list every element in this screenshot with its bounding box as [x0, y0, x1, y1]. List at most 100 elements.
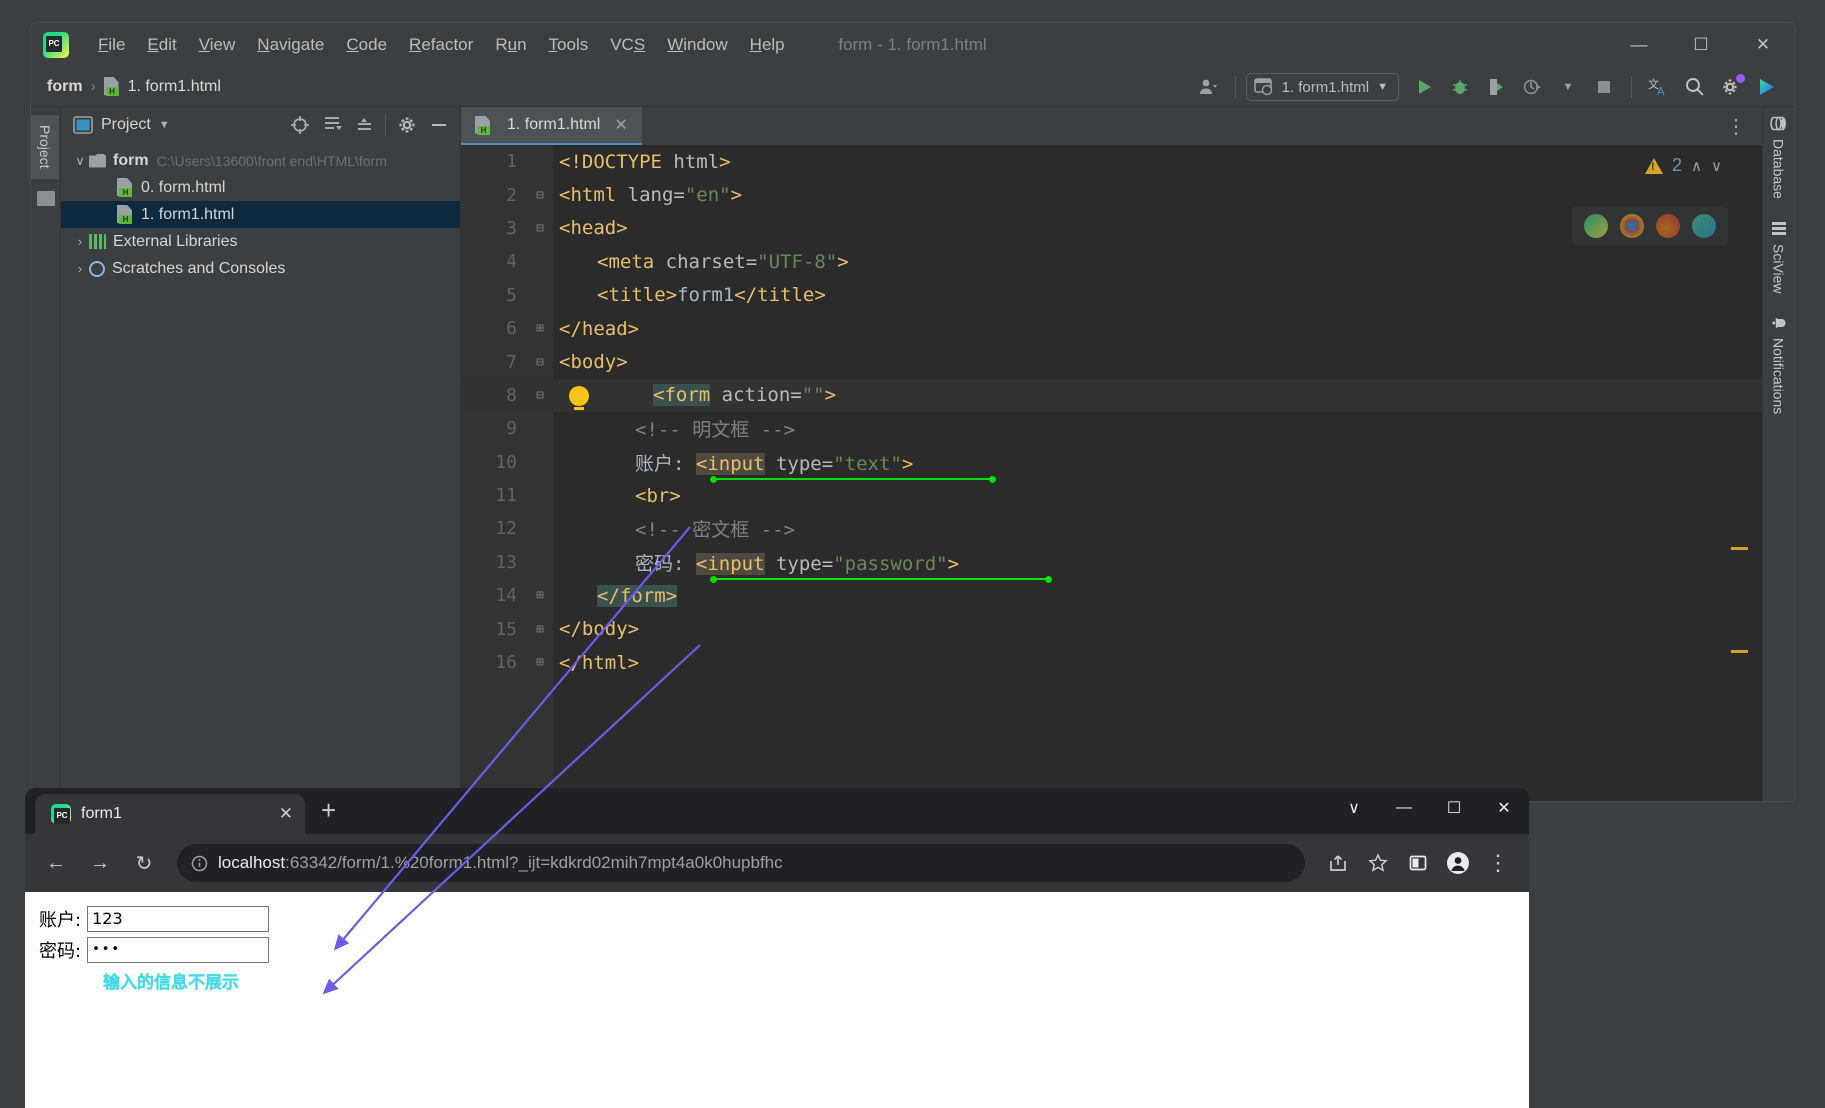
intention-bulb-icon[interactable]: [569, 385, 589, 410]
fold-toggle-icon[interactable]: ⊟: [527, 355, 553, 370]
reload-icon[interactable]: ↻: [125, 844, 163, 882]
back-icon[interactable]: ←: [37, 844, 75, 882]
fold-toggle-icon[interactable]: ⊟: [527, 221, 553, 236]
run-configuration-selector[interactable]: 1. form1.html ▼: [1245, 73, 1399, 101]
bookmark-star-icon[interactable]: [1359, 844, 1397, 882]
code-text: <meta charset="UTF-8">: [553, 251, 849, 273]
code-editor[interactable]: 1 <!DOCTYPE html> 2 ⊟ <html lang="en"> 3 ⊟ <hea…: [461, 145, 1762, 801]
close-icon[interactable]: ✕: [279, 804, 293, 824]
hide-panel-icon[interactable]: [426, 112, 452, 138]
fold-toggle-icon[interactable]: ⊞: [527, 622, 553, 637]
side-panel-icon[interactable]: [1399, 844, 1437, 882]
code-line: 1 <!DOCTYPE html>: [461, 145, 1762, 178]
menu-item-help[interactable]: Help: [739, 33, 796, 57]
fold-toggle-icon[interactable]: ⊟: [527, 188, 553, 203]
fold-toggle-icon[interactable]: ⊞: [527, 321, 553, 336]
tree-item[interactable]: › External Libraries: [61, 228, 460, 255]
code-text: </form>: [553, 584, 678, 607]
code-token: </form>: [597, 584, 678, 607]
menu-item-navigate[interactable]: Navigate: [246, 33, 335, 57]
breadcrumb-project[interactable]: form: [47, 78, 83, 96]
browser-minimize-button[interactable]: —: [1379, 788, 1429, 828]
gutter-marker-2: [1731, 650, 1748, 653]
menu-item-window[interactable]: Window: [656, 33, 738, 57]
close-button[interactable]: ✕: [1732, 23, 1794, 67]
profile-icon[interactable]: [1515, 70, 1549, 104]
tree-item-label: External Libraries: [113, 232, 238, 250]
firefox-icon[interactable]: [1656, 214, 1680, 238]
fold-toggle-icon[interactable]: ⊞: [527, 655, 553, 670]
collapse-all-icon[interactable]: [351, 112, 377, 138]
search-icon[interactable]: [1678, 70, 1712, 104]
sidebar-item-sciview[interactable]: SciView: [1771, 221, 1787, 293]
sidebar-item-project[interactable]: Project: [31, 115, 59, 179]
menu-item-vcs[interactable]: VCS: [599, 33, 656, 57]
code-token: >: [947, 552, 960, 575]
run-icon[interactable]: [1407, 70, 1441, 104]
locate-icon[interactable]: [287, 112, 313, 138]
editor-tab-form1[interactable]: 1. form1.html ✕: [461, 107, 642, 145]
next-problem-icon[interactable]: ∨: [1711, 157, 1722, 175]
browser-more-button[interactable]: ∨: [1329, 788, 1379, 828]
folder-icon[interactable]: [36, 190, 55, 206]
minimize-button[interactable]: —: [1608, 23, 1670, 67]
code-token: <!-- 明文框 -->: [635, 419, 795, 442]
menu-item-refactor[interactable]: Refactor: [398, 33, 484, 57]
code-token: 密码:: [635, 552, 696, 575]
menu-items: File Edit View Navigate Code Refactor Run Tools…: [87, 33, 796, 57]
fold-toggle-icon[interactable]: ⊟: [527, 388, 553, 403]
share-icon[interactable]: [1319, 844, 1357, 882]
sidebar-item-database[interactable]: Database: [1770, 115, 1787, 199]
chevron-down-icon[interactable]: ∨: [71, 153, 89, 169]
ai-assistant-icon[interactable]: [1750, 70, 1784, 104]
user-account-icon[interactable]: [1191, 70, 1225, 104]
browser-maximize-button[interactable]: ☐: [1429, 788, 1479, 828]
expand-all-icon[interactable]: [319, 112, 345, 138]
fold-toggle-icon[interactable]: ⊞: [527, 588, 553, 603]
address-bar[interactable]: localhost:63342/form/1.%20form1.html?_ij…: [177, 844, 1305, 882]
menu-item-run[interactable]: Run: [484, 33, 537, 57]
breadcrumb-file[interactable]: 1. form1.html: [128, 78, 221, 96]
tree-item[interactable]: ∨ form C:\Users\13600\front end\HTML\form: [61, 147, 460, 174]
run-coverage-icon[interactable]: [1479, 70, 1513, 104]
account-input[interactable]: 123: [87, 906, 270, 932]
tree-item[interactable]: 0. form.html: [61, 174, 460, 201]
close-icon[interactable]: ✕: [614, 115, 627, 135]
inspection-widget[interactable]: 2 ∧ ∨: [1645, 155, 1722, 176]
password-input[interactable]: •••: [87, 937, 270, 963]
settings-icon[interactable]: [394, 112, 420, 138]
pycharm-preview-icon[interactable]: [1584, 214, 1608, 238]
editor-more-menu[interactable]: ⋮: [1718, 107, 1754, 145]
prev-problem-icon[interactable]: ∧: [1691, 157, 1702, 175]
menu-item-edit[interactable]: Edit: [136, 33, 187, 57]
chrome-icon[interactable]: [1620, 214, 1644, 238]
new-tab-button[interactable]: +: [305, 795, 352, 834]
tree-item[interactable]: 1. form1.html: [61, 201, 460, 228]
forward-icon[interactable]: →: [81, 844, 119, 882]
chrome-menu-icon[interactable]: ⋮: [1479, 844, 1517, 882]
debug-icon[interactable]: [1443, 70, 1477, 104]
browser-tab-form1[interactable]: form1 ✕: [35, 794, 305, 834]
settings-icon[interactable]: [1714, 70, 1748, 104]
chevron-down-icon[interactable]: ▼: [159, 119, 170, 131]
edge-icon[interactable]: [1692, 214, 1716, 238]
stop-icon[interactable]: [1587, 70, 1621, 104]
menu-item-code[interactable]: Code: [335, 33, 398, 57]
chevron-right-icon[interactable]: ›: [71, 234, 89, 249]
menu-item-tools[interactable]: Tools: [538, 33, 600, 57]
tree-item[interactable]: › Scratches and Consoles: [61, 255, 460, 282]
window-title: form - 1. form1.html: [838, 35, 987, 54]
profile-avatar-icon[interactable]: [1439, 844, 1477, 882]
chevron-right-icon[interactable]: ›: [71, 261, 89, 276]
left-tool-rail: Project: [31, 107, 61, 801]
translate-icon[interactable]: 文A: [1642, 70, 1676, 104]
menu-item-file[interactable]: File: [87, 33, 136, 57]
menu-item-view[interactable]: View: [188, 33, 247, 57]
chevron-down-icon[interactable]: ▼: [1551, 70, 1585, 104]
sidebar-label-database: Database: [1770, 139, 1787, 199]
bell-icon: [1771, 318, 1785, 329]
browser-close-button[interactable]: ✕: [1479, 788, 1529, 828]
maximize-button[interactable]: ☐: [1670, 23, 1732, 67]
sidebar-item-notifications[interactable]: Notifications: [1771, 315, 1787, 415]
